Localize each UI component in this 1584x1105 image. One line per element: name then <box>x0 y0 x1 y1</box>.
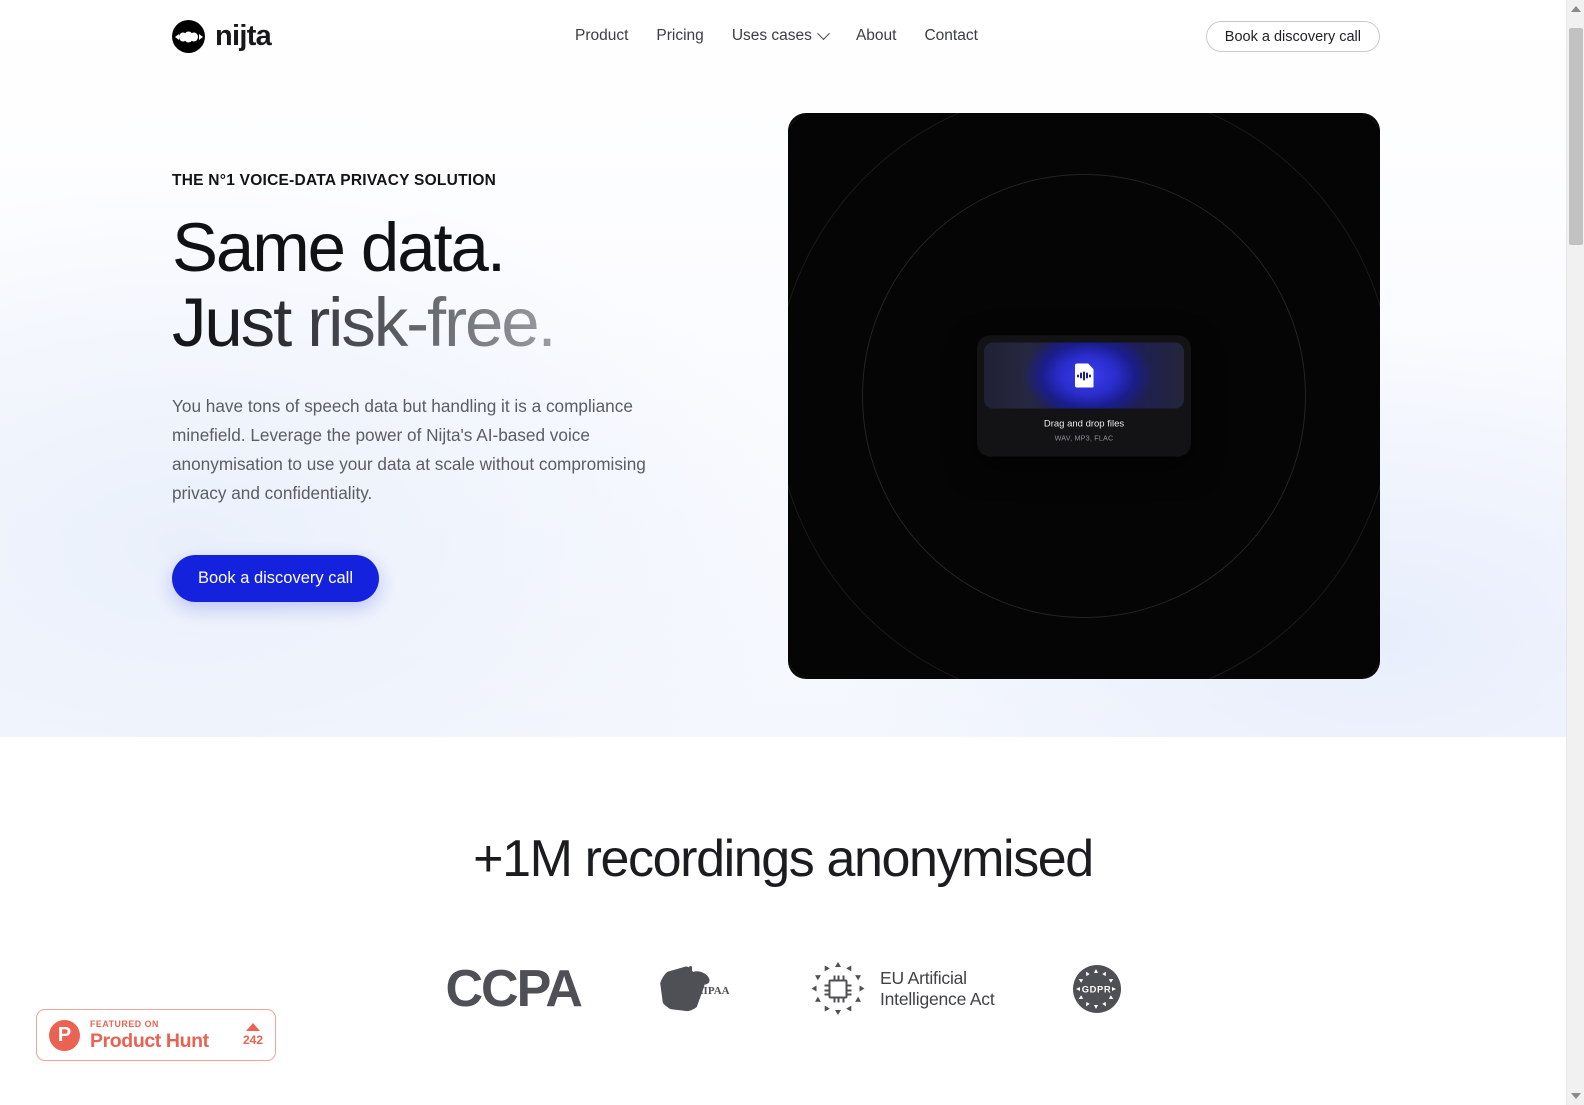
hero-paragraph: You have tons of speech data but handlin… <box>172 396 646 503</box>
chevron-down-icon <box>817 26 830 40</box>
browser-viewport: nijta Product Pricing Uses cases About C… <box>0 0 1566 1105</box>
header-book-discovery-call-button[interactable]: Book a discovery call <box>1205 21 1380 52</box>
hero-headline: Same data. Just risk-free. <box>172 210 732 360</box>
social-proof-title: +1M recordings anonymised <box>473 830 1094 888</box>
browser-scrollbar[interactable] <box>1566 0 1584 1105</box>
upvote-triangle-icon <box>245 1023 260 1031</box>
eu-ai-act-label: EU Artificial Intelligence Act <box>880 968 995 1010</box>
product-hunt-upvote-count: 242 <box>242 1033 263 1047</box>
product-hunt-featured-label: FEATURED ON <box>90 1018 159 1029</box>
nav-label: About <box>855 27 897 44</box>
hero-headline-line2: Just risk-free. <box>172 284 557 361</box>
eu-stars-chip-icon <box>809 960 867 1018</box>
dropzone-gradient-area <box>984 342 1184 409</box>
nijta-waveform-circle-icon <box>172 20 205 53</box>
hipaa-label: HIPAA <box>694 985 730 997</box>
nav-item-product[interactable]: Product <box>575 25 642 47</box>
dropzone-title: Drag and drop files <box>1043 418 1125 430</box>
logo-gdpr: GDPR <box>1072 965 1121 1013</box>
nav-label: Contact <box>924 27 978 44</box>
brand-logo[interactable]: nijta <box>172 20 272 53</box>
nav-label: Uses cases <box>731 27 812 44</box>
hero-eyebrow: THE N°1 VOICE-DATA PRIVACY SOLUTION <box>172 172 497 189</box>
product-hunt-upvote[interactable]: 242 <box>243 1023 263 1047</box>
logo-ccpa: CCPA <box>445 959 583 1019</box>
gdpr-badge-icon: GDPR <box>1072 965 1121 1013</box>
eu-ai-act-label-line2: Intelligence Act <box>879 989 995 1009</box>
product-hunt-name: Product Hunt <box>90 1029 209 1052</box>
product-hunt-icon: P <box>49 1019 80 1051</box>
product-hunt-badge[interactable]: P FEATURED ON Product Hunt 242 <box>36 1009 276 1061</box>
site-header: nijta Product Pricing Uses cases About C… <box>0 0 1566 72</box>
nav-label: Product <box>575 27 629 44</box>
dropzone-subtitle: WAV, MP3, FLAC <box>1054 433 1114 443</box>
scrollbar-down-arrow-icon[interactable] <box>1567 1087 1584 1105</box>
page-root: nijta Product Pricing Uses cases About C… <box>0 0 1584 1105</box>
eu-ai-act-label-line1: EU Artificial <box>879 968 967 988</box>
gdpr-label: GDPR <box>1081 983 1112 995</box>
scrollbar-thumb[interactable] <box>1569 28 1583 245</box>
hero-book-discovery-call-button[interactable]: Book a discovery call <box>172 555 379 602</box>
hipaa-caduceus-icon: HIPAA <box>658 962 731 1016</box>
product-hunt-text: FEATURED ON Product Hunt <box>90 1019 239 1052</box>
file-dropzone-card[interactable]: Drag and drop files WAV, MP3, FLAC <box>977 335 1191 457</box>
main-navigation: Product Pricing Uses cases About Contact <box>575 25 992 47</box>
brand-name: nijta <box>215 20 272 52</box>
nav-item-uses-cases[interactable]: Uses cases <box>718 25 842 47</box>
nav-item-contact[interactable]: Contact <box>910 25 991 47</box>
audio-file-icon <box>1074 363 1094 388</box>
ccpa-wordmark: CCPA <box>445 960 583 1018</box>
nav-item-pricing[interactable]: Pricing <box>642 25 717 47</box>
scrollbar-up-arrow-icon[interactable] <box>1567 0 1584 18</box>
hero-content: THE N°1 VOICE-DATA PRIVACY SOLUTION Same… <box>172 172 732 602</box>
logo-eu-ai-act: EU Artificial Intelligence Act <box>809 960 995 1018</box>
nav-label: Pricing <box>656 27 704 44</box>
nav-item-about[interactable]: About <box>842 25 911 47</box>
logo-hipaa: HIPAA <box>658 962 731 1016</box>
hero-headline-line1: Same data. <box>172 209 506 286</box>
hero-media-panel: Drag and drop files WAV, MP3, FLAC <box>788 113 1380 679</box>
